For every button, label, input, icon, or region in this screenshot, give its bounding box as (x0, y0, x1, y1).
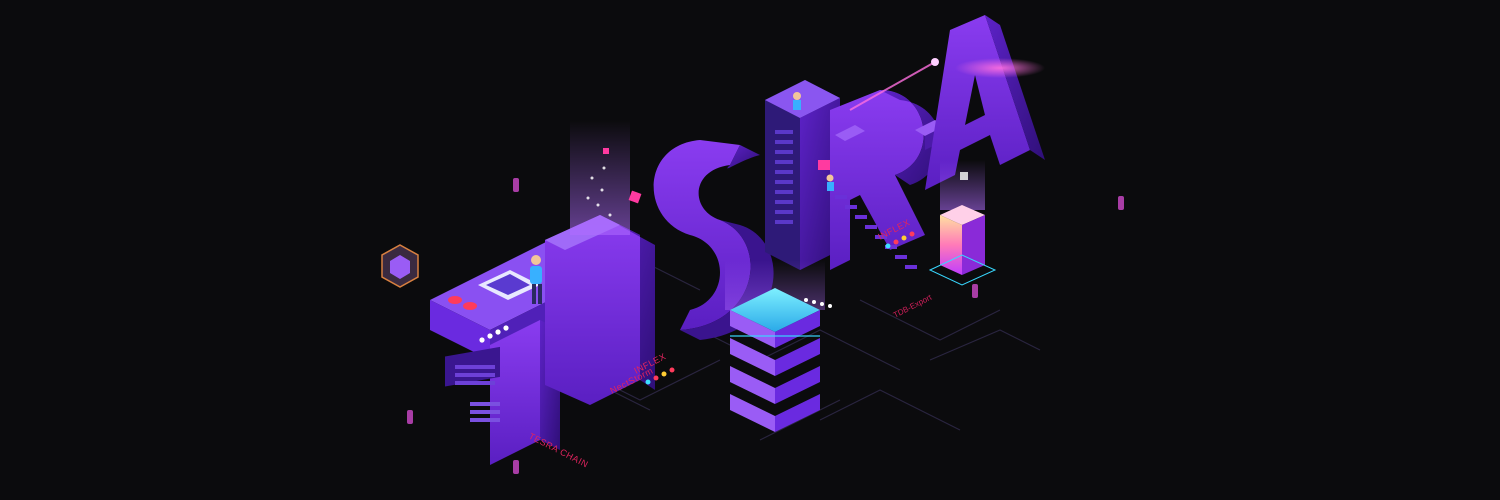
letter-e (545, 120, 655, 405)
tesra-isometric-artwork: TESRA CHAIN INFLEX NectStorm INFLEX TDB-… (381, 15, 1124, 474)
letter-r (826, 90, 941, 270)
hexagon-cube (381, 244, 419, 288)
cyan-server-stack (725, 260, 832, 432)
label-tdb: TDB-Export (892, 292, 934, 319)
